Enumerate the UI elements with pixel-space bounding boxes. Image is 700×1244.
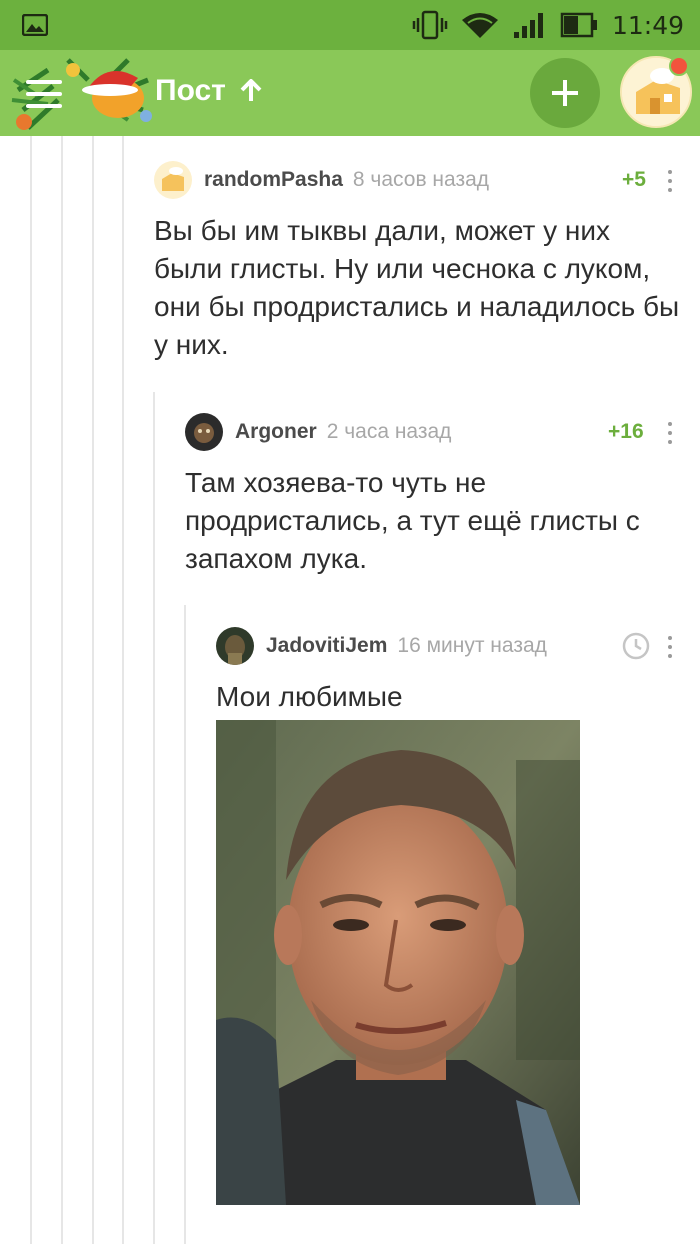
more-options-icon[interactable] <box>667 422 673 444</box>
comment: Argoner 2 часа назад +16 Там хозяева-то … <box>185 412 685 578</box>
gallery-icon <box>22 14 48 36</box>
vibrate-icon <box>412 10 448 40</box>
comment-rating[interactable]: +5 <box>622 168 646 192</box>
comment-time[interactable]: 16 минут назад <box>397 634 547 658</box>
avatar[interactable] <box>185 413 223 451</box>
comment-photo[interactable] <box>216 720 580 1205</box>
more-options-icon[interactable] <box>667 636 673 658</box>
wifi-icon <box>461 13 498 38</box>
comment-text: Мои любимые <box>216 681 403 712</box>
comment-time[interactable]: 8 часов назад <box>353 168 489 192</box>
app-bar: Пост <box>0 50 700 136</box>
status-bar: 11:49 <box>0 0 700 50</box>
comment-username[interactable]: randomPasha <box>204 168 343 192</box>
clock-icon[interactable] <box>622 632 650 660</box>
page-title-group[interactable]: Пост <box>155 74 262 108</box>
more-options-icon[interactable] <box>667 170 673 192</box>
comment: randomPasha 8 часов назад +5 Вы бы им ты… <box>154 160 684 364</box>
plus-icon <box>552 80 578 106</box>
comment-header: Argoner 2 часа назад +16 <box>185 412 685 452</box>
thread-line <box>61 136 63 1244</box>
thread-line <box>184 605 186 1244</box>
signal-icon <box>513 13 543 38</box>
page-title: Пост <box>155 74 226 107</box>
comment-header: JadovitiJem 16 минут назад <box>216 626 686 666</box>
clock-time: 11:49 <box>611 10 684 40</box>
thread-line <box>153 392 155 1244</box>
comment: JadovitiJem 16 минут назад Мои любимые <box>216 626 686 716</box>
notification-badge <box>669 56 689 76</box>
battery-icon <box>560 12 597 38</box>
thread-line <box>122 136 124 1244</box>
add-post-button[interactable] <box>530 58 600 128</box>
comment-username[interactable]: JadovitiJem <box>266 634 387 658</box>
avatar[interactable] <box>216 627 254 665</box>
portrait-photo <box>216 720 580 1205</box>
comment-rating[interactable]: +16 <box>608 420 644 444</box>
hamburger-icon[interactable] <box>26 80 62 108</box>
comment-username[interactable]: Argoner <box>235 420 317 444</box>
avatar[interactable] <box>154 161 192 199</box>
comment-time[interactable]: 2 часа назад <box>327 420 452 444</box>
comment-header: randomPasha 8 часов назад +5 <box>154 160 684 200</box>
thread-line <box>92 136 94 1244</box>
arrow-up-icon[interactable] <box>240 79 262 103</box>
thread-line <box>30 136 32 1244</box>
comment-text: Вы бы им тыквы дали, может у них были гл… <box>154 215 680 360</box>
comment-text: Там хозяева-то чуть не продристались, а … <box>185 467 640 574</box>
